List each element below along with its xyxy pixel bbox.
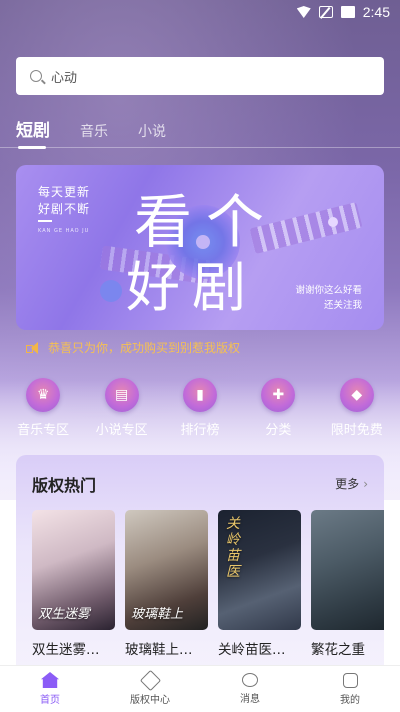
book-icon: ▤: [104, 378, 139, 412]
category-label: 限时免费: [330, 423, 383, 438]
category-novel[interactable]: ▤ 小说专区: [84, 378, 160, 438]
category-shortcuts: ♛ 音乐专区 ▤ 小说专区 ▮ 排行榜 ✚ 分类 ◆ 限时免费: [0, 378, 400, 438]
crown-icon: ♛: [26, 378, 61, 412]
grid-icon: ✚: [261, 378, 296, 412]
profile-icon: [342, 672, 358, 688]
status-time: 2:45: [362, 4, 390, 20]
tag-icon: ◆: [339, 378, 374, 412]
tab-music[interactable]: 音乐: [80, 121, 108, 141]
hot-copyright-panel: 版权热门 更多 › 双生迷雾 双生迷雾… 玻璃鞋上 玻璃鞋上… 关岭苗医 关岭苗医…: [16, 455, 384, 685]
content-tabs: 短剧 音乐 小说: [16, 116, 166, 149]
banner-headline-2: 好剧: [126, 256, 258, 319]
book-title: 双生迷雾…: [32, 642, 100, 658]
search-input[interactable]: 心动: [51, 67, 77, 86]
chevron-right-icon: ›: [363, 477, 368, 491]
wifi-icon: [296, 6, 311, 18]
book-card[interactable]: 关岭苗医 关岭苗医…: [218, 510, 301, 658]
cover-title: 关岭苗医: [226, 516, 240, 580]
category-ranking[interactable]: ▮ 排行榜: [162, 378, 238, 438]
category-label: 音乐专区: [17, 423, 70, 438]
home-icon: [41, 672, 59, 688]
promo-banner[interactable]: 每天更新 好剧不断 KAN GE HAO JU 看个 好剧 谢谢你这么好看 还关…: [16, 165, 384, 330]
more-label: 更多: [335, 477, 360, 491]
nav-label: 消息: [240, 694, 260, 705]
category-label: 小说专区: [95, 423, 148, 438]
chat-icon: [242, 673, 258, 687]
ball-decoration: [100, 280, 122, 302]
banner-subtitle-1: 每天更新: [38, 185, 91, 199]
ball-decoration: [328, 217, 338, 227]
category-music[interactable]: ♛ 音乐专区: [5, 378, 81, 438]
book-cover: 双生迷雾: [32, 510, 115, 630]
banner-tagline: 谢谢你这么好看 还关注我: [295, 283, 362, 313]
book-cover: 关岭苗医: [218, 510, 301, 630]
tab-divider: [0, 147, 400, 148]
cover-title: 玻璃鞋上: [131, 607, 184, 622]
category-classify[interactable]: ✚ 分类: [240, 378, 316, 438]
box-icon: [139, 669, 161, 691]
category-free[interactable]: ◆ 限时免费: [319, 378, 395, 438]
purchase-notice: 恭喜只为你，成功购买到别惹我版权: [26, 339, 240, 356]
book-title: 玻璃鞋上…: [125, 642, 193, 658]
status-bar: 2:45: [0, 0, 400, 24]
banner-tagline-2: 还关注我: [323, 300, 362, 311]
nav-home[interactable]: 首页: [15, 672, 85, 706]
nav-copyright-center[interactable]: 版权中心: [115, 669, 185, 706]
book-list: 双生迷雾 双生迷雾… 玻璃鞋上 玻璃鞋上… 关岭苗医 关岭苗医… 繁花之重: [32, 510, 384, 658]
no-sim-icon: [318, 6, 333, 18]
notice-text: 恭喜只为你，成功购买到别惹我版权: [48, 341, 241, 355]
nav-messages[interactable]: 消息: [215, 673, 285, 705]
category-label: 排行榜: [180, 423, 220, 438]
tab-novel[interactable]: 小说: [138, 121, 166, 141]
banner-divider: [38, 220, 52, 222]
bar-chart-icon: ▮: [182, 378, 217, 412]
book-title: 关岭苗医…: [218, 642, 286, 658]
banner-pinyin: KAN GE HAO JU: [38, 228, 90, 234]
nav-label: 我的: [340, 694, 360, 706]
banner-subtitle-2: 好剧不断: [38, 202, 91, 216]
nav-label: 首页: [40, 695, 60, 706]
book-title: 繁花之重: [311, 642, 365, 658]
category-label: 分类: [265, 423, 292, 438]
book-card[interactable]: 玻璃鞋上 玻璃鞋上…: [125, 510, 208, 658]
book-cover: 玻璃鞋上: [125, 510, 208, 630]
cover-title: 双生迷雾: [38, 607, 91, 622]
speaker-icon: [26, 341, 40, 354]
search-icon: [30, 70, 42, 82]
nav-label: 版权中心: [130, 694, 170, 706]
nav-profile[interactable]: 我的: [315, 672, 385, 706]
banner-tagline-1: 谢谢你这么好看: [295, 285, 362, 296]
book-cover: [311, 510, 384, 630]
tab-short-drama[interactable]: 短剧: [16, 116, 50, 149]
bottom-navigation: 首页 版权中心 消息 我的: [0, 665, 400, 712]
battery-icon: [340, 6, 355, 18]
search-bar[interactable]: 心动: [16, 57, 384, 95]
panel-title: 版权热门: [32, 476, 97, 495]
book-card[interactable]: 繁花之重: [311, 510, 384, 658]
book-card[interactable]: 双生迷雾 双生迷雾…: [32, 510, 115, 658]
more-link[interactable]: 更多 ›: [335, 475, 368, 492]
